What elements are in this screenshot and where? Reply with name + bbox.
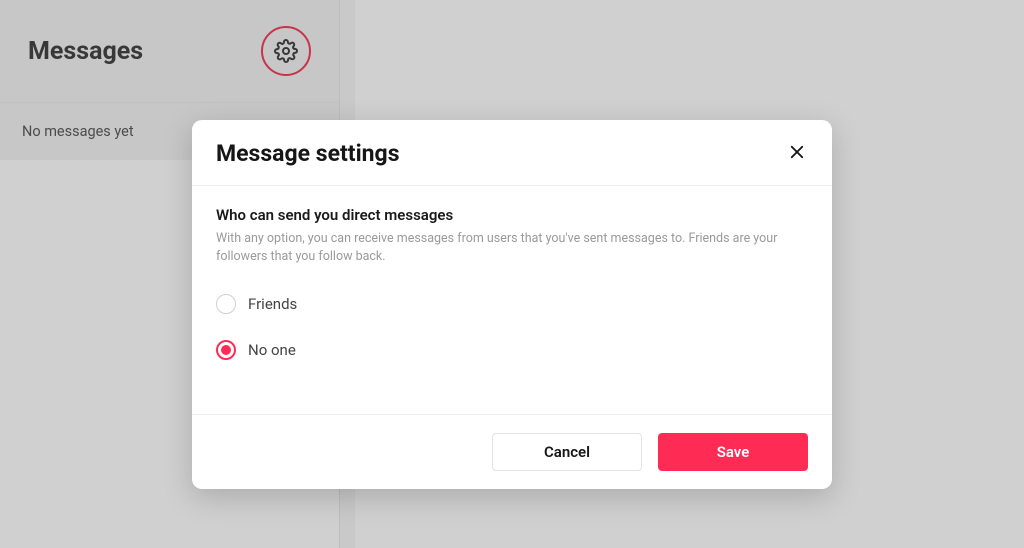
radio-label: No one — [248, 341, 296, 359]
radio-label: Friends — [248, 295, 297, 313]
close-icon — [788, 143, 806, 165]
radio-dot-icon — [221, 345, 231, 355]
radio-icon — [216, 294, 236, 314]
section-title: Who can send you direct messages — [216, 206, 808, 224]
radio-option-no-one[interactable]: No one — [216, 340, 808, 360]
radio-option-friends[interactable]: Friends — [216, 294, 808, 314]
modal-footer: Cancel Save — [192, 414, 832, 489]
section-description: With any option, you can receive message… — [216, 230, 808, 266]
modal-body: Who can send you direct messages With an… — [192, 186, 832, 414]
modal-header: Message settings — [192, 120, 832, 186]
message-settings-modal: Message settings Who can send you direct… — [192, 120, 832, 489]
save-button[interactable]: Save — [658, 433, 808, 471]
cancel-button[interactable]: Cancel — [492, 433, 642, 471]
modal-title: Message settings — [216, 140, 400, 167]
close-button[interactable] — [786, 143, 808, 165]
radio-icon-selected — [216, 340, 236, 360]
